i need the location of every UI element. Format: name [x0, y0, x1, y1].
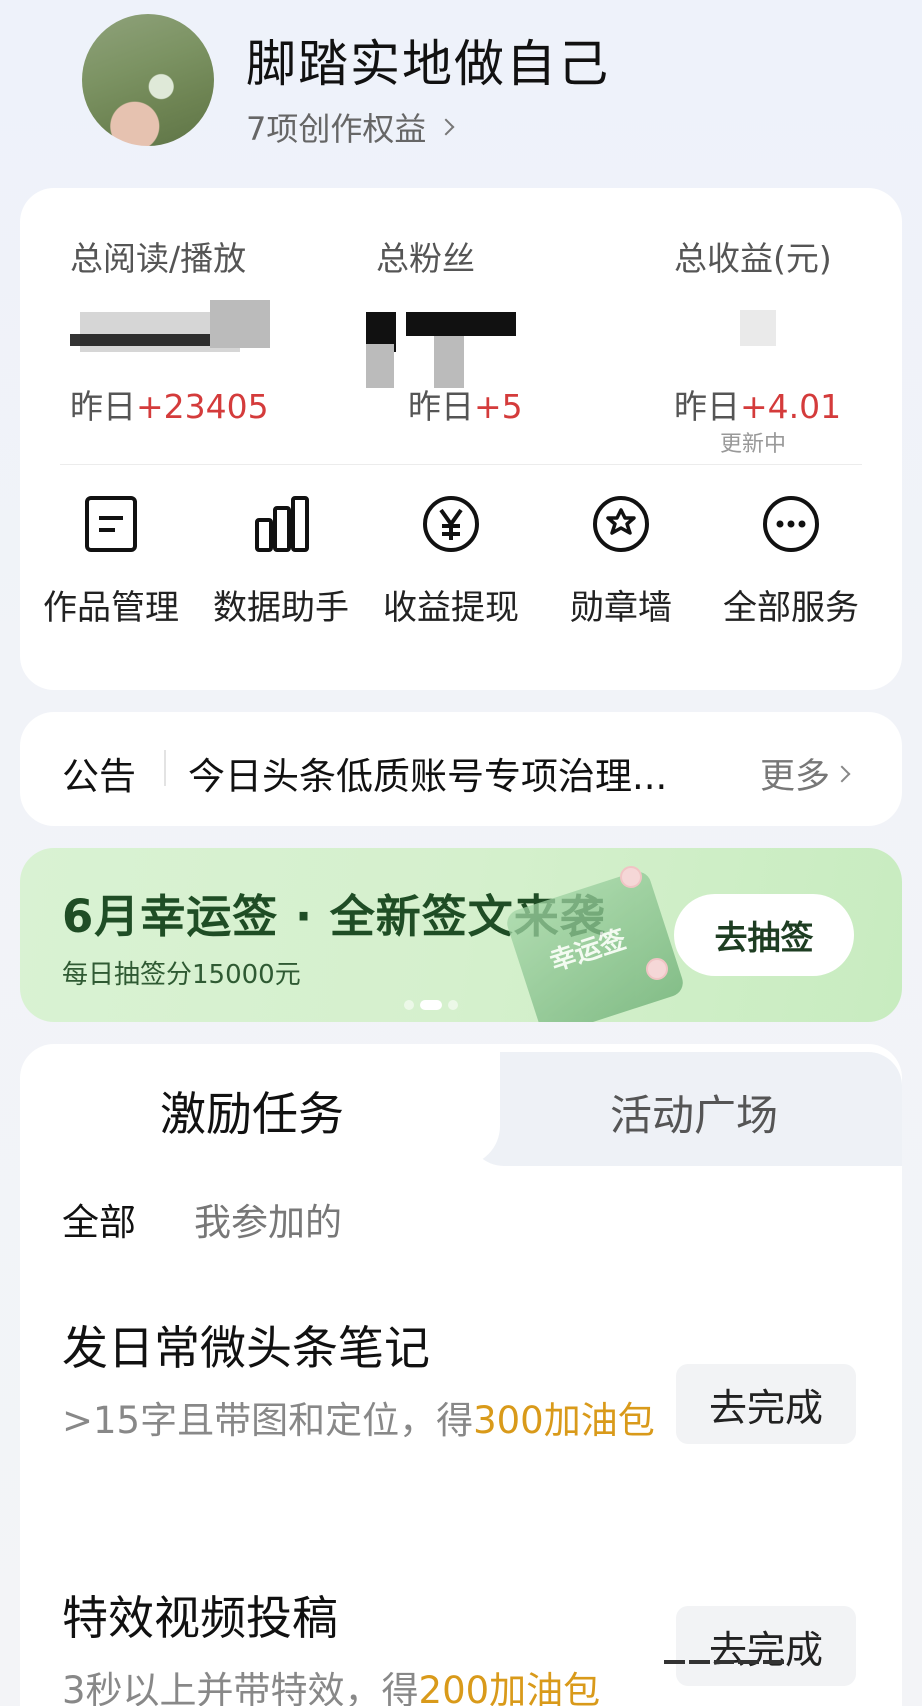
lucky-draw-banner[interactable]: 6月幸运签 · 全新签文来袭 每日抽签分15000元 幸运签 去抽签 — [20, 848, 902, 1022]
notice-more-link[interactable]: 更多 — [760, 748, 851, 799]
service-grid: 作品管理 数据助手 收益提现 勋章墙 全部服务 — [20, 494, 902, 654]
task-description: 3秒以上并带特效，得200加油包 — [62, 1660, 672, 1706]
stat-value-redacted — [366, 290, 596, 388]
stat-value-redacted — [70, 290, 290, 352]
stat-total-reads[interactable]: 总阅读/播放 — [70, 232, 270, 352]
avatar[interactable] — [82, 14, 214, 146]
stat-yesterday-reads: 昨日+23405 — [70, 387, 269, 426]
stat-label: 总阅读/播放 — [70, 239, 247, 278]
bar-chart-icon — [251, 494, 311, 554]
service-all[interactable]: 全部服务 — [706, 494, 876, 629]
tab-incentive-tasks[interactable]: 激励任务 — [160, 1078, 344, 1144]
user-name: 脚踏实地做自己 — [246, 35, 610, 93]
filter-all[interactable]: 全部 — [62, 1192, 136, 1246]
stat-total-fans[interactable]: 总粉丝 — [366, 232, 516, 388]
service-data-assistant[interactable]: 数据助手 — [196, 494, 366, 629]
stat-label: 总收益(元) — [674, 239, 832, 278]
draw-lot-button[interactable]: 去抽签 — [674, 894, 854, 976]
creator-rights-link[interactable]: 7项创作权益 — [246, 104, 455, 150]
document-icon — [81, 494, 141, 554]
income-updating-status: 更新中 — [720, 432, 787, 457]
complete-task-button[interactable]: 去完成 — [676, 1364, 856, 1444]
yuan-icon — [421, 494, 481, 554]
profile-header: 脚踏实地做自己 7项创作权益 — [0, 0, 922, 180]
chevron-right-icon — [833, 765, 851, 782]
stats-card: 总阅读/播放 昨日+23405 总粉丝 昨日+5 总收益(元) 昨日+4.01 … — [20, 188, 902, 690]
stat-label: 总粉丝 — [376, 239, 475, 278]
service-medal-wall[interactable]: 勋章墙 — [536, 494, 706, 629]
medal-icon — [591, 494, 651, 554]
creator-rights-label: 7项创作权益 — [246, 110, 427, 148]
divider — [60, 464, 862, 465]
task-reward: 200加油包 — [418, 1669, 601, 1706]
service-works-management[interactable]: 作品管理 — [26, 494, 196, 629]
task-description: >15字且带图和定位，得300加油包 — [62, 1399, 655, 1442]
blossom-icon — [646, 958, 668, 980]
stat-yesterday-income: 昨日+4.01 — [674, 387, 842, 426]
task-reward: 300加油包 — [473, 1399, 655, 1442]
complete-task-button[interactable]: 去完成 — [676, 1606, 856, 1686]
notice-text[interactable]: 今日头条低质账号专项治理... — [188, 746, 718, 800]
filter-joined[interactable]: 我参加的 — [194, 1192, 342, 1246]
blossom-icon — [620, 866, 642, 888]
carousel-indicator — [404, 1000, 458, 1010]
banner-subtitle: 每日抽签分15000元 — [62, 960, 301, 990]
divider — [164, 750, 166, 786]
notice-bar[interactable]: 公告 今日头条低质账号专项治理... 更多 — [20, 712, 902, 826]
chevron-right-icon — [437, 118, 455, 136]
more-icon — [761, 494, 821, 554]
stat-total-income[interactable]: 总收益(元) — [674, 232, 832, 346]
stat-yesterday-fans: 昨日+5 — [408, 387, 523, 426]
tasks-panel: 激励任务 活动广场 全部 我参加的 发日常微头条笔记 >15字且带图和定位，得3… — [20, 1044, 902, 1706]
floating-dots-icon — [664, 1652, 784, 1672]
stat-value-redacted — [674, 290, 894, 352]
tab-activity-square[interactable]: 活动广场 — [610, 1082, 778, 1143]
notice-tag: 公告 — [62, 755, 136, 798]
service-income-withdraw[interactable]: 收益提现 — [366, 494, 536, 629]
